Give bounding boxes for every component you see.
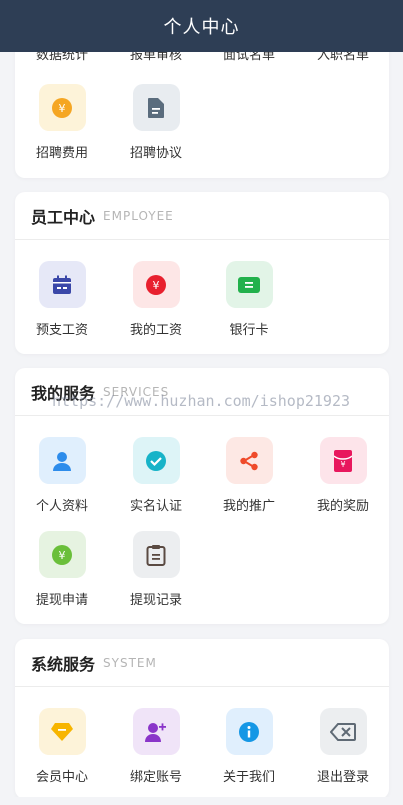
- check-icon: [132, 437, 180, 484]
- withdraw-apply-item[interactable]: ¥ 提现申请: [15, 531, 109, 608]
- my-promotion-item[interactable]: 我的推广: [202, 437, 296, 514]
- calendar-icon: [38, 261, 86, 308]
- bottom-spacer: [0, 797, 403, 805]
- item-label: 个人资料: [35, 499, 88, 514]
- section-title: 员工中心: [31, 207, 96, 227]
- svg-text:¥: ¥: [153, 279, 160, 292]
- item-label: 提现记录: [129, 593, 182, 608]
- item-label: 关于我们: [222, 770, 275, 785]
- real-name-auth-item[interactable]: 实名认证: [109, 437, 203, 514]
- share-icon: [225, 437, 273, 484]
- item-label: 退出登录: [316, 770, 369, 785]
- diamond-icon: [38, 708, 86, 755]
- item-label: 会员中心: [35, 770, 88, 785]
- red-envelope-icon: ¥: [319, 437, 367, 484]
- yuan-coin-icon: ¥: [38, 84, 86, 131]
- section-subtitle: EMPLOYEE: [103, 208, 174, 223]
- recruit-agreement-item[interactable]: 招聘协议: [109, 84, 203, 161]
- item-label: 银行卡: [229, 323, 269, 338]
- section-header: 系统服务 SYSTEM: [15, 639, 389, 687]
- svg-text:¥: ¥: [59, 549, 66, 562]
- advance-salary-item[interactable]: 预支工资: [15, 261, 109, 338]
- item-label: 预支工资: [35, 323, 88, 338]
- item-label: 我的奖励: [316, 499, 369, 514]
- item-label: 招聘费用: [35, 146, 88, 161]
- watermark-text: https://www.huzhan.com/ishop21923: [52, 392, 351, 410]
- item-label: 绑定账号: [129, 770, 182, 785]
- top-bar: 个人中心: [0, 0, 403, 52]
- item-label: 实名认证: [129, 499, 182, 514]
- info-icon: [225, 708, 273, 755]
- add-user-icon: [132, 708, 180, 755]
- withdraw-record-item[interactable]: 提现记录: [109, 531, 203, 608]
- about-us-item[interactable]: 关于我们: [202, 708, 296, 785]
- item-label: 我的工资: [129, 323, 182, 338]
- backspace-icon: [319, 708, 367, 755]
- yuan-green-icon: ¥: [38, 531, 86, 578]
- bind-account-item[interactable]: 绑定账号: [109, 708, 203, 785]
- svg-text:¥: ¥: [59, 102, 66, 115]
- recruit-fee-item[interactable]: ¥ 招聘费用: [15, 84, 109, 161]
- section-subtitle: SYSTEM: [103, 655, 157, 670]
- bank-card-icon: [225, 261, 273, 308]
- svg-text:¥: ¥: [340, 460, 345, 469]
- section-title: 系统服务: [31, 654, 96, 674]
- my-reward-item[interactable]: ¥ 我的奖励: [296, 437, 390, 514]
- member-center-item[interactable]: 会员中心: [15, 708, 109, 785]
- page-title: 个人中心: [163, 17, 240, 38]
- profile-item[interactable]: 个人资料: [15, 437, 109, 514]
- document-icon: [132, 84, 180, 131]
- clipboard-icon: [132, 531, 180, 578]
- item-label: 提现申请: [35, 593, 88, 608]
- bank-card-item[interactable]: 银行卡: [202, 261, 296, 338]
- section-header: 员工中心 EMPLOYEE: [15, 192, 389, 240]
- item-label: 我的推广: [222, 499, 275, 514]
- logout-item[interactable]: 退出登录: [296, 708, 390, 785]
- yuan-icon: ¥: [132, 261, 180, 308]
- my-salary-item[interactable]: ¥ 我的工资: [109, 261, 203, 338]
- employee-card: 员工中心 EMPLOYEE 预支工资 ¥ 我的工资 银行卡: [15, 192, 389, 354]
- user-icon: [38, 437, 86, 484]
- item-label: 招聘协议: [129, 146, 182, 161]
- system-card: 系统服务 SYSTEM 会员中心 绑定账号 关于我们 退出登录: [15, 639, 389, 799]
